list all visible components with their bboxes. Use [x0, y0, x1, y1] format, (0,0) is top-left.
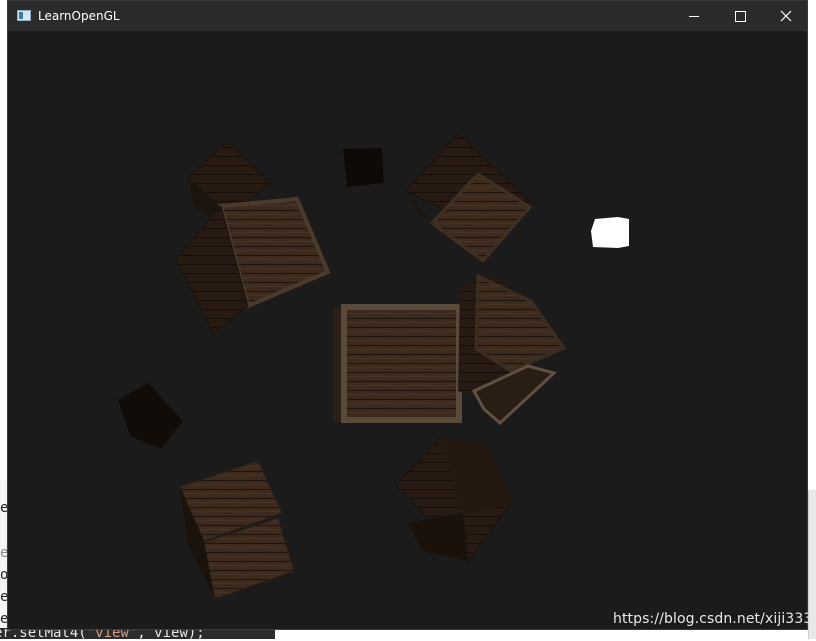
crate [343, 148, 384, 187]
maximize-icon [734, 10, 746, 22]
crate [395, 436, 515, 562]
learnopengl-window[interactable]: LearnOpenGL [7, 0, 808, 630]
window-title: LearnOpenGL [38, 9, 120, 23]
crate [405, 132, 533, 264]
crate [458, 273, 567, 426]
scene-canvas [118, 132, 629, 600]
close-button[interactable] [763, 1, 809, 31]
crate [118, 383, 183, 449]
opengl-viewport[interactable] [8, 31, 807, 629]
app-icon [17, 10, 31, 21]
minimize-icon [689, 15, 699, 17]
minimize-button[interactable] [671, 1, 717, 31]
title-bar[interactable]: LearnOpenGL [8, 1, 807, 31]
close-icon [780, 10, 792, 22]
crate [179, 460, 295, 600]
light-cube [591, 217, 629, 248]
crate [333, 304, 462, 423]
watermark-text: https://blog.csdn.net/xiji333 [613, 611, 813, 627]
crate [175, 196, 331, 334]
maximize-button[interactable] [717, 1, 763, 31]
